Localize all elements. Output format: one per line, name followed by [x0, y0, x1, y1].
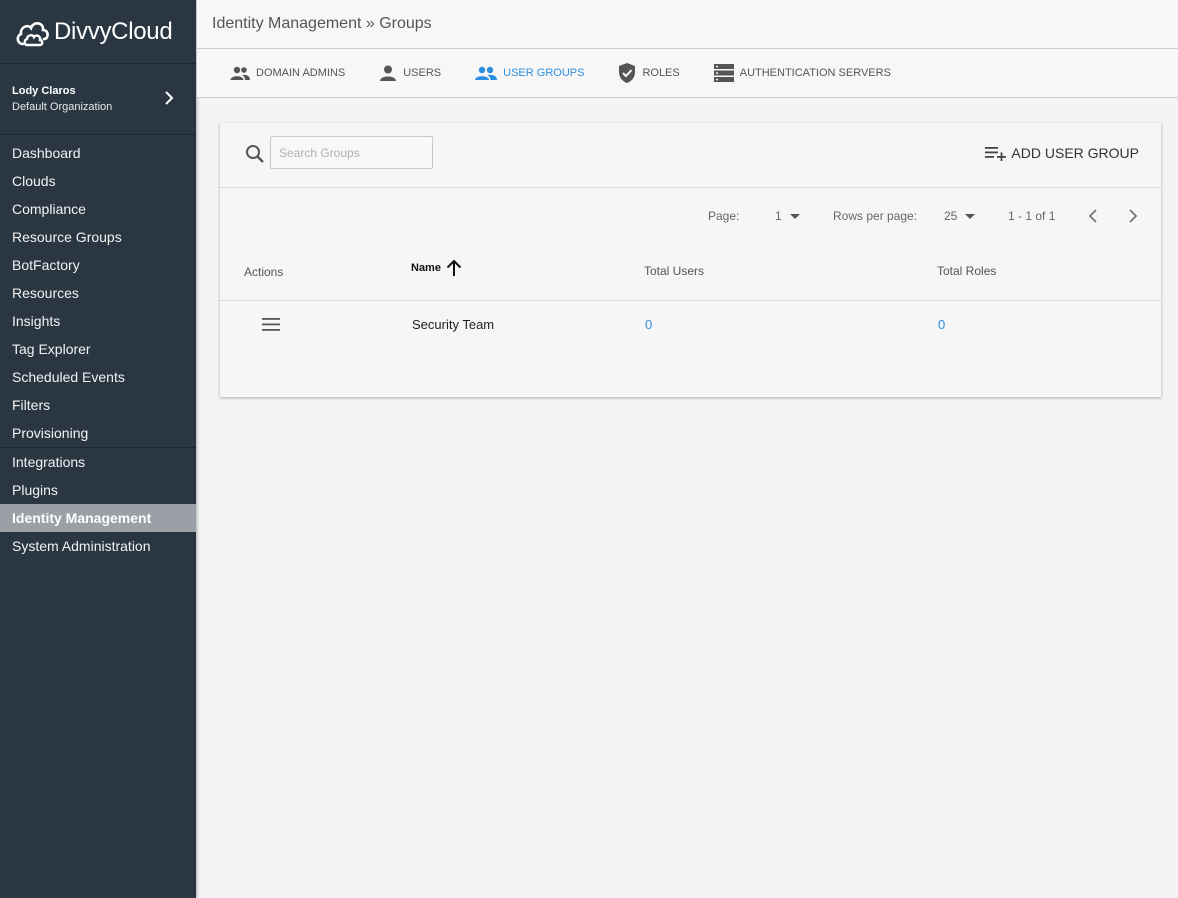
search-input[interactable]: [270, 136, 433, 169]
tab-label: DOMAIN ADMINS: [256, 67, 346, 79]
cloud-logo-icon: [16, 21, 49, 46]
arrow-up-icon: [446, 259, 462, 276]
total-roles-link[interactable]: 0: [938, 317, 945, 332]
logo-text: DivvyCloud: [54, 17, 173, 45]
playlist-add-icon: [985, 147, 1007, 161]
nav-item-integrations[interactable]: Integrations: [0, 447, 196, 476]
rows-per-page-value: 25: [944, 209, 958, 223]
user-profile[interactable]: Lody Claros Default Organization: [0, 64, 196, 135]
rows-per-page-select[interactable]: 25: [944, 209, 976, 223]
add-user-group-label: ADD USER GROUP: [1011, 145, 1139, 161]
chevron-right-icon[interactable]: [1128, 209, 1138, 223]
admins-icon: [230, 66, 250, 80]
column-header-total-roles[interactable]: Total Roles: [937, 264, 996, 278]
card-header: ADD USER GROUP: [220, 123, 1161, 188]
menu-icon: [262, 318, 280, 331]
sidebar-nav: Dashboard Clouds Compliance Resource Gro…: [0, 135, 196, 560]
table-row: Security Team 0 0: [220, 301, 1161, 349]
nav-item-insights[interactable]: Insights: [0, 307, 196, 335]
groups-card: ADD USER GROUP Page: 1 Rows per page: 25…: [220, 123, 1161, 397]
rows-per-page-label: Rows per page:: [833, 209, 918, 223]
page-range: 1 - 1 of 1: [1008, 209, 1056, 223]
tab-user-groups[interactable]: USER GROUPS: [475, 66, 584, 80]
nav-item-system-administration[interactable]: System Administration: [0, 532, 196, 560]
nav-item-botfactory[interactable]: BotFactory: [0, 251, 196, 279]
tab-authentication-servers[interactable]: AUTHENTICATION SERVERS: [713, 64, 891, 82]
tab-users[interactable]: USERS: [379, 65, 441, 81]
top-bar: Identity Management » Groups: [197, 0, 1178, 49]
row-actions-menu[interactable]: [262, 318, 280, 334]
tab-label: ROLES: [642, 67, 680, 79]
nav-item-identity-management[interactable]: Identity Management: [0, 504, 196, 532]
nav-item-provisioning[interactable]: Provisioning: [0, 419, 196, 447]
nav-item-filters[interactable]: Filters: [0, 391, 196, 419]
column-header-total-users[interactable]: Total Users: [644, 264, 704, 278]
group-name: Security Team: [412, 317, 495, 332]
logo[interactable]: DivvyCloud: [0, 0, 196, 64]
nav-item-resource-groups[interactable]: Resource Groups: [0, 223, 196, 251]
server-icon: [713, 64, 734, 82]
main-content: Identity Management » Groups DOMAIN ADMI…: [197, 0, 1178, 898]
tab-domain-admins[interactable]: DOMAIN ADMINS: [230, 66, 345, 80]
tab-bar: DOMAIN ADMINS USERS USER GROUPS ROLES AU…: [197, 49, 1178, 98]
column-header-name-label: Name: [411, 262, 441, 274]
nav-item-resources[interactable]: Resources: [0, 279, 196, 307]
page-title: Identity Management » Groups: [212, 15, 432, 32]
column-header-name[interactable]: Name: [411, 259, 462, 277]
page-value: 1: [775, 209, 782, 223]
table-header: Actions Name Total Users Total Roles: [220, 243, 1161, 301]
nav-item-dashboard[interactable]: Dashboard: [0, 139, 196, 167]
chevron-left-icon[interactable]: [1088, 209, 1098, 223]
tab-label: USER GROUPS: [503, 67, 585, 79]
column-header-actions: Actions: [244, 265, 284, 279]
search-icon: [246, 145, 264, 163]
nav-item-plugins[interactable]: Plugins: [0, 476, 196, 504]
nav-item-tag-explorer[interactable]: Tag Explorer: [0, 335, 196, 363]
tab-label: USERS: [403, 67, 442, 79]
tab-label: AUTHENTICATION SERVERS: [739, 67, 891, 79]
user-icon: [380, 65, 397, 81]
chevron-right-icon[interactable]: [164, 91, 174, 105]
nav-item-compliance[interactable]: Compliance: [0, 195, 196, 223]
add-user-group-button[interactable]: ADD USER GROUP: [985, 145, 1139, 161]
page-select[interactable]: 1: [775, 209, 800, 223]
page-label: Page:: [708, 209, 740, 223]
tab-roles[interactable]: ROLES: [618, 62, 680, 84]
total-users-link[interactable]: 0: [645, 317, 652, 332]
nav-item-scheduled-events[interactable]: Scheduled Events: [0, 363, 196, 391]
shield-icon: [619, 63, 636, 83]
sidebar: DivvyCloud Lody Claros Default Organizat…: [0, 0, 196, 898]
nav-item-clouds[interactable]: Clouds: [0, 167, 196, 195]
group-icon: [475, 66, 498, 80]
dropdown-arrow-icon: [789, 214, 800, 220]
dropdown-arrow-icon: [965, 214, 976, 220]
pagination-bar: Page: 1 Rows per page: 25 1 - 1 of 1: [220, 188, 1161, 243]
